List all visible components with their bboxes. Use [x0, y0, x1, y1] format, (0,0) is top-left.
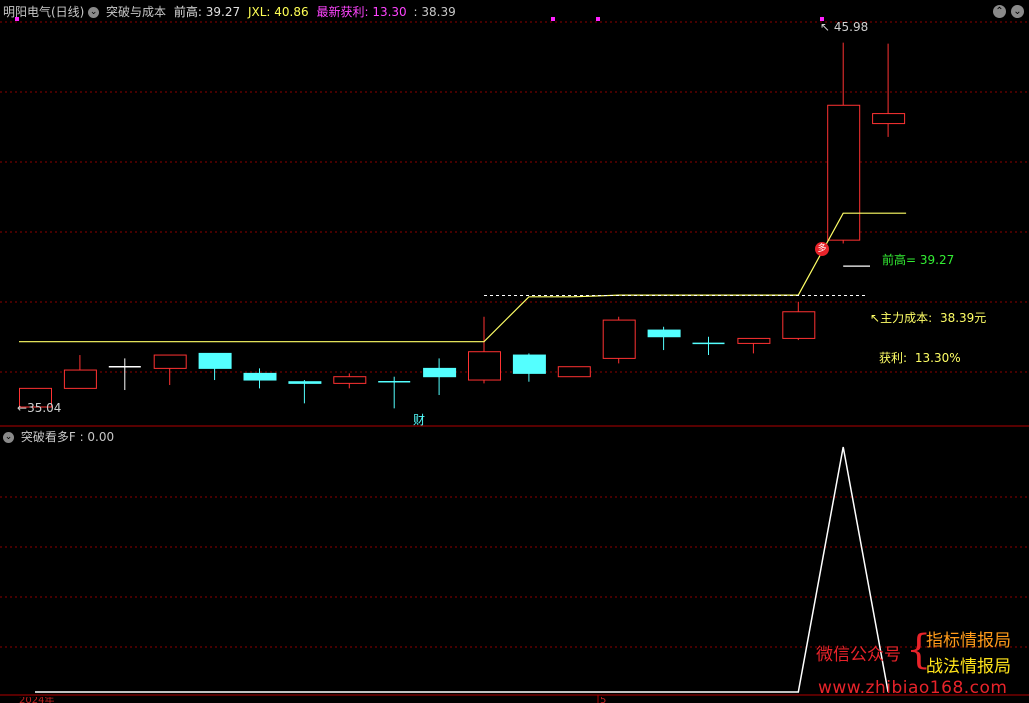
- watermark-name2: 战法情报局: [926, 657, 1011, 677]
- watermark-wechat: 微信公众号: [816, 645, 901, 665]
- chevron-up-icon[interactable]: ⌃: [993, 5, 1006, 18]
- breakout-signal-line: [35, 446, 889, 693]
- candle-body: [602, 319, 636, 359]
- profit-value: 13.30: [372, 5, 407, 19]
- candle-body: [782, 311, 816, 339]
- candle-body: [647, 329, 681, 338]
- top-marker: [551, 17, 555, 21]
- price-value: 38.39: [421, 5, 456, 19]
- indicator-name[interactable]: 突破与成本: [106, 5, 166, 19]
- candle-body: [198, 352, 232, 369]
- high-price-label: ↖ 45.98: [820, 20, 869, 34]
- chart-canvas[interactable]: [0, 0, 1029, 703]
- candle-body: [557, 366, 591, 378]
- jxl-value: 40.86: [274, 5, 309, 19]
- candle-body: [737, 337, 771, 344]
- arrow-icon: ↖: [820, 20, 831, 34]
- profit-label: 最新获利:: [316, 5, 369, 19]
- candle-body: [872, 113, 906, 125]
- main-header: 明阳电气(日线) ⌄ 突破与成本 前高: 39.27 JXL: 40.86 最新…: [3, 3, 456, 21]
- breakout-signal-series: [35, 446, 889, 693]
- candle-body: [153, 354, 187, 369]
- candle-body: [468, 351, 501, 381]
- price-sep: :: [413, 5, 418, 19]
- chevron-down-icon[interactable]: ⌄: [1011, 5, 1024, 18]
- qiangao-label: 前高:: [173, 5, 202, 19]
- candle-body: [423, 367, 457, 378]
- candle-body: [243, 372, 277, 381]
- watermark-name1: 指标情报局: [926, 631, 1011, 651]
- top-marker: [596, 17, 600, 21]
- cost-line-series: [19, 212, 907, 343]
- stock-name[interactable]: 明阳电气(日线): [3, 5, 84, 19]
- sub-indicator-value: : 0.00: [79, 430, 115, 444]
- qiangao-value: 39.27: [205, 5, 241, 19]
- cost-label: ↖主力成本: 38.39元: [870, 311, 987, 325]
- candlestick-series: [19, 42, 906, 409]
- candle-body: [512, 354, 546, 374]
- watermark-url: www.zhibiao168.com: [818, 678, 1008, 698]
- qiangao-line-label: 前高= 39.27: [882, 253, 955, 267]
- candle-body: [333, 376, 367, 384]
- jxl-label: JXL:: [247, 5, 271, 19]
- sub-header: ⌄ 突破看多F : 0.00: [3, 428, 114, 446]
- cost-line: [19, 212, 907, 343]
- sub-indicator-name[interactable]: 突破看多F: [21, 430, 76, 444]
- duo-signal-badge[interactable]: 多: [815, 242, 829, 256]
- arrow-icon: ↖: [870, 311, 881, 325]
- candle-body: [63, 369, 97, 389]
- chevron-down-icon[interactable]: ⌄: [3, 432, 14, 443]
- finance-marker[interactable]: 财: [413, 411, 425, 428]
- arrow-icon: ←: [17, 401, 28, 415]
- month-axis-label: 5: [600, 697, 607, 703]
- low-price-label: ←35.04: [17, 401, 62, 415]
- candle-body: [288, 381, 322, 384]
- huoli-label: 获利: 13.30%: [879, 351, 961, 365]
- chevron-down-icon[interactable]: ⌄: [88, 7, 100, 18]
- candle-body: [827, 104, 861, 241]
- year-axis-label: 2024年: [19, 697, 55, 703]
